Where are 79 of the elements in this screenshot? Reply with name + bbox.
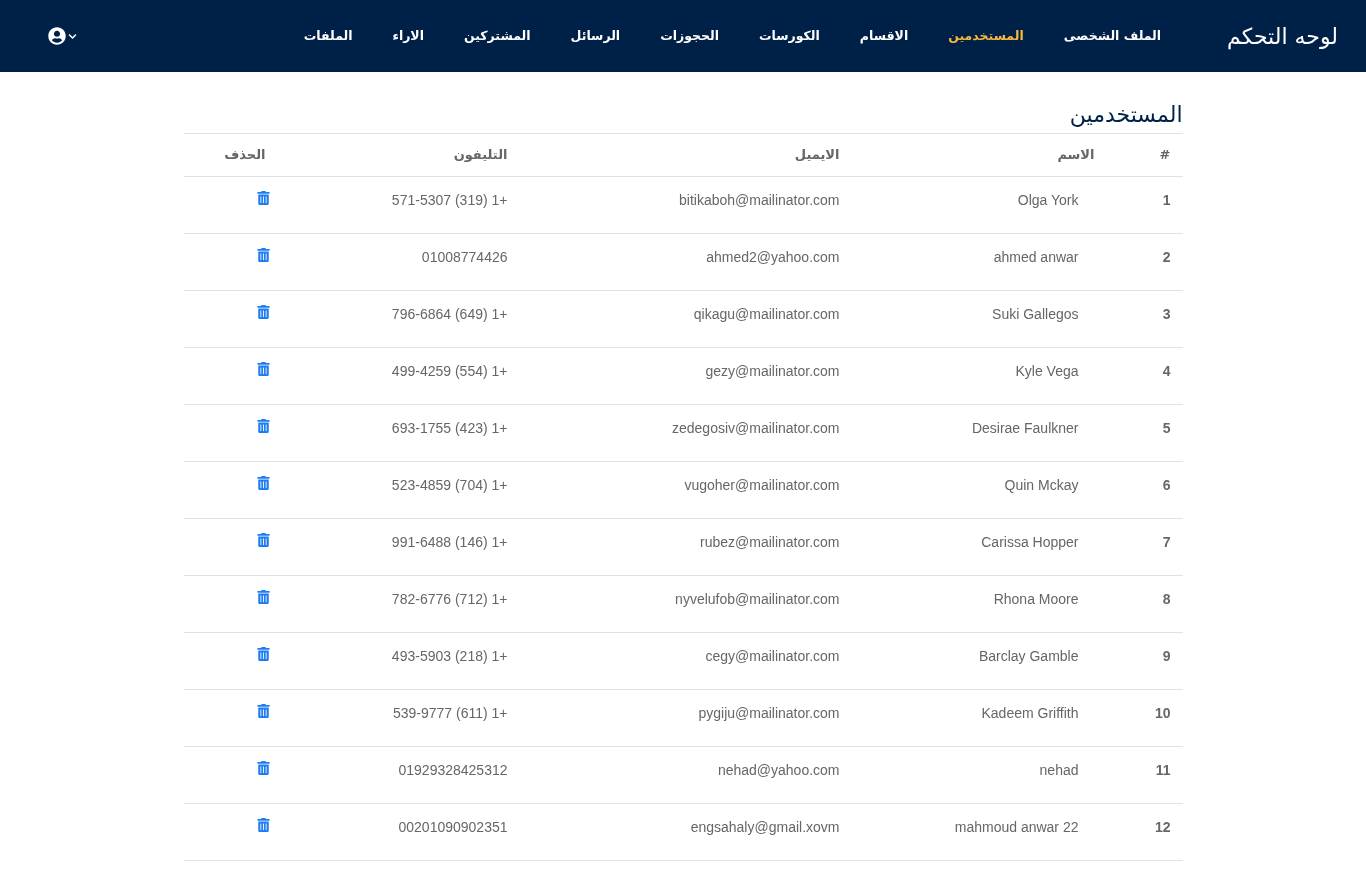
phone-cell: +1 (218) 493-5903 [277,632,520,690]
column-header: # [1106,133,1183,177]
column-header: الاسم [851,133,1107,177]
delete-icon[interactable] [256,248,270,262]
phone-cell: +1 (319) 571-5307 [277,176,520,234]
email-cell: vugoher@mailinator.com [519,461,852,519]
delete-icon[interactable] [256,704,270,718]
nav-link[interactable]: الاراء [372,26,444,46]
email-cell: nyvelufob@mailinator.com [519,575,852,633]
nav-link[interactable]: الكورسات [739,26,840,46]
phone-cell: 01929328425312 [277,746,520,804]
delete-icon[interactable] [256,647,270,661]
page-title: المستخدمين [1068,101,1183,129]
phone-cell: 01008774426 [277,233,520,291]
caret-icon [68,31,77,41]
row-index: 12 [1106,803,1183,861]
user-menu-button[interactable] [48,27,77,45]
nav-link[interactable]: الرسائل [550,26,641,46]
delete-icon[interactable] [256,761,270,775]
email-cell: cegy@mailinator.com [519,632,852,690]
name-cell: Rhona Moore [851,575,1107,633]
brand-title[interactable]: لوحه التحكم [1227,19,1338,53]
email-cell: gezy@mailinator.com [519,347,852,405]
name-cell: Kyle Vega [851,347,1107,405]
delete-icon[interactable] [256,362,270,376]
name-cell: Quin Mckay [851,461,1107,519]
nav-link[interactable]: المشتركين [443,26,551,46]
email-cell: ahmed2@yahoo.com [519,233,852,291]
email-cell: pygiju@mailinator.com [519,689,852,747]
email-cell: nehad@yahoo.com [519,746,852,804]
delete-icon[interactable] [256,191,270,205]
delete-icon[interactable] [256,419,270,433]
nav-link[interactable]: الملفات [283,26,373,46]
nav-link[interactable]: الحجوزات [640,26,739,46]
email-cell: zedegosiv@mailinator.com [519,404,852,462]
email-cell: rubez@mailinator.com [519,518,852,576]
delete-icon[interactable] [256,533,270,547]
row-index: 1 [1106,176,1183,234]
phone-cell: 00201090902351 [277,803,520,861]
delete-icon[interactable] [256,818,270,832]
name-cell: Barclay Gamble [851,632,1107,690]
phone-cell: +1 (611) 539-9777 [277,689,520,747]
row-index: 8 [1106,575,1183,633]
email-cell: bitikaboh@mailinator.com [519,176,852,234]
delete-icon[interactable] [256,590,270,604]
name-cell: Olga York [851,176,1107,234]
nav-link[interactable]: المستخدمين [928,26,1044,46]
row-index: 7 [1106,518,1183,576]
row-index: 11 [1106,746,1183,804]
row-index: 9 [1106,632,1183,690]
name-cell: Kadeem Griffith [851,689,1107,747]
name-cell: Suki Gallegos [851,290,1107,348]
column-header: الايميل [519,133,852,177]
phone-cell: +1 (704) 523-4859 [277,461,520,519]
email-cell: qikagu@mailinator.com [519,290,852,348]
nav-link[interactable]: الاقسام [839,26,929,46]
row-index: 4 [1106,347,1183,405]
delete-icon[interactable] [256,476,270,490]
delete-icon[interactable] [256,305,270,319]
name-cell: nehad [851,746,1107,804]
phone-cell: +1 (712) 782-6776 [277,575,520,633]
column-header: الحذف [183,133,278,177]
nav-link[interactable]: الملف الشخصى [1043,26,1182,46]
phone-cell: +1 (423) 693-1755 [277,404,520,462]
email-cell: engsahaly@gmail.xovm [519,803,852,861]
name-cell: mahmoud anwar 22 [851,803,1107,861]
row-index: 5 [1106,404,1183,462]
row-index: 6 [1106,461,1183,519]
user-icon [48,27,66,45]
name-cell: Carissa Hopper [851,518,1107,576]
row-index: 3 [1106,290,1183,348]
row-index: 10 [1106,689,1183,747]
name-cell: ahmed anwar [851,233,1107,291]
phone-cell: +1 (649) 796-6864 [277,290,520,348]
phone-cell: +1 (146) 991-6488 [277,518,520,576]
column-header: التليفون [277,133,520,177]
name-cell: Desirae Faulkner [851,404,1107,462]
phone-cell: +1 (554) 499-4259 [277,347,520,405]
row-index: 2 [1106,233,1183,291]
